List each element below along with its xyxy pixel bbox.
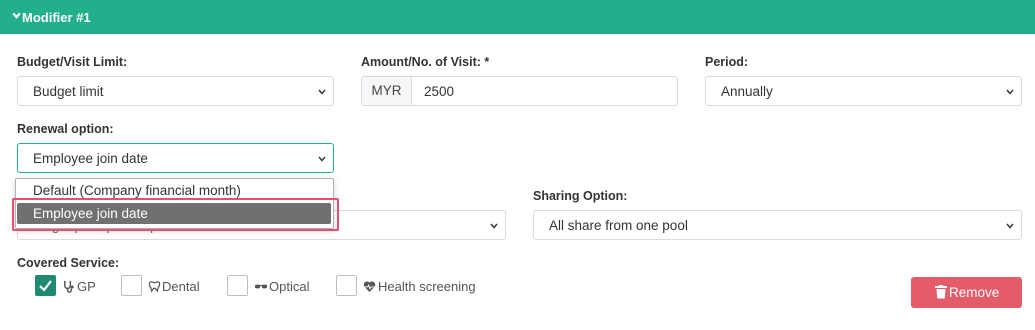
chevron-down-icon [12, 12, 21, 19]
renewal-label: Renewal option: [17, 122, 114, 136]
dental-label: Dental [162, 279, 200, 294]
amount-input-group: MYR [361, 76, 678, 106]
remove-button[interactable]: Remove [911, 277, 1022, 308]
remove-label: Remove [949, 285, 1000, 300]
period-select[interactable]: Annually [705, 76, 1022, 106]
period-label: Period: [705, 55, 749, 69]
renewal-option-default[interactable]: Default (Company financial month) [17, 180, 331, 201]
covered-label: Covered Service: [17, 256, 120, 270]
amount-label: Amount/No. of Visit: * [361, 55, 490, 69]
check-icon [39, 280, 52, 292]
chevron-down-icon [490, 223, 498, 229]
optical-label: Optical [269, 279, 310, 294]
renewal-select[interactable]: Employee join date [17, 143, 334, 173]
renewal-value: Employee join date [33, 151, 148, 166]
amount-input[interactable] [411, 76, 678, 106]
health-screening-label: Health screening [378, 279, 476, 294]
renewal-option-employee-join-date[interactable]: Employee join date [17, 203, 331, 224]
gp-checkbox[interactable] [35, 275, 56, 296]
budget-select[interactable]: Budget limit [17, 76, 334, 106]
dental-checkbox[interactable] [121, 275, 142, 296]
option-label: Default (Company financial month) [33, 183, 241, 198]
chevron-down-icon [318, 89, 326, 95]
chevron-down-icon [1006, 89, 1014, 95]
renewal-dropdown-list: Default (Company financial month) Employ… [15, 178, 334, 229]
heartbeat-icon [363, 281, 376, 293]
modifier-header[interactable]: Modifier #1 [0, 0, 1035, 34]
health-screening-checkbox[interactable] [336, 275, 357, 296]
currency-addon: MYR [361, 76, 411, 106]
stethoscope-icon [64, 280, 74, 293]
optical-checkbox[interactable] [227, 275, 248, 296]
budget-label: Budget/Visit Limit: [17, 55, 128, 69]
glasses-icon [254, 284, 268, 289]
sharing-label: Sharing Option: [533, 189, 628, 203]
tooth-icon [148, 281, 161, 293]
option-label: Employee join date [33, 206, 148, 221]
chevron-down-icon [318, 156, 326, 162]
sharing-select[interactable]: All share from one pool [533, 210, 1022, 240]
sharing-value: All share from one pool [549, 218, 688, 233]
gp-label: GP [77, 279, 96, 294]
budget-value: Budget limit [33, 84, 104, 99]
trash-icon [935, 285, 947, 299]
period-value: Annually [721, 84, 773, 99]
modifier-title: Modifier #1 [22, 10, 91, 25]
chevron-down-icon [1006, 223, 1014, 229]
